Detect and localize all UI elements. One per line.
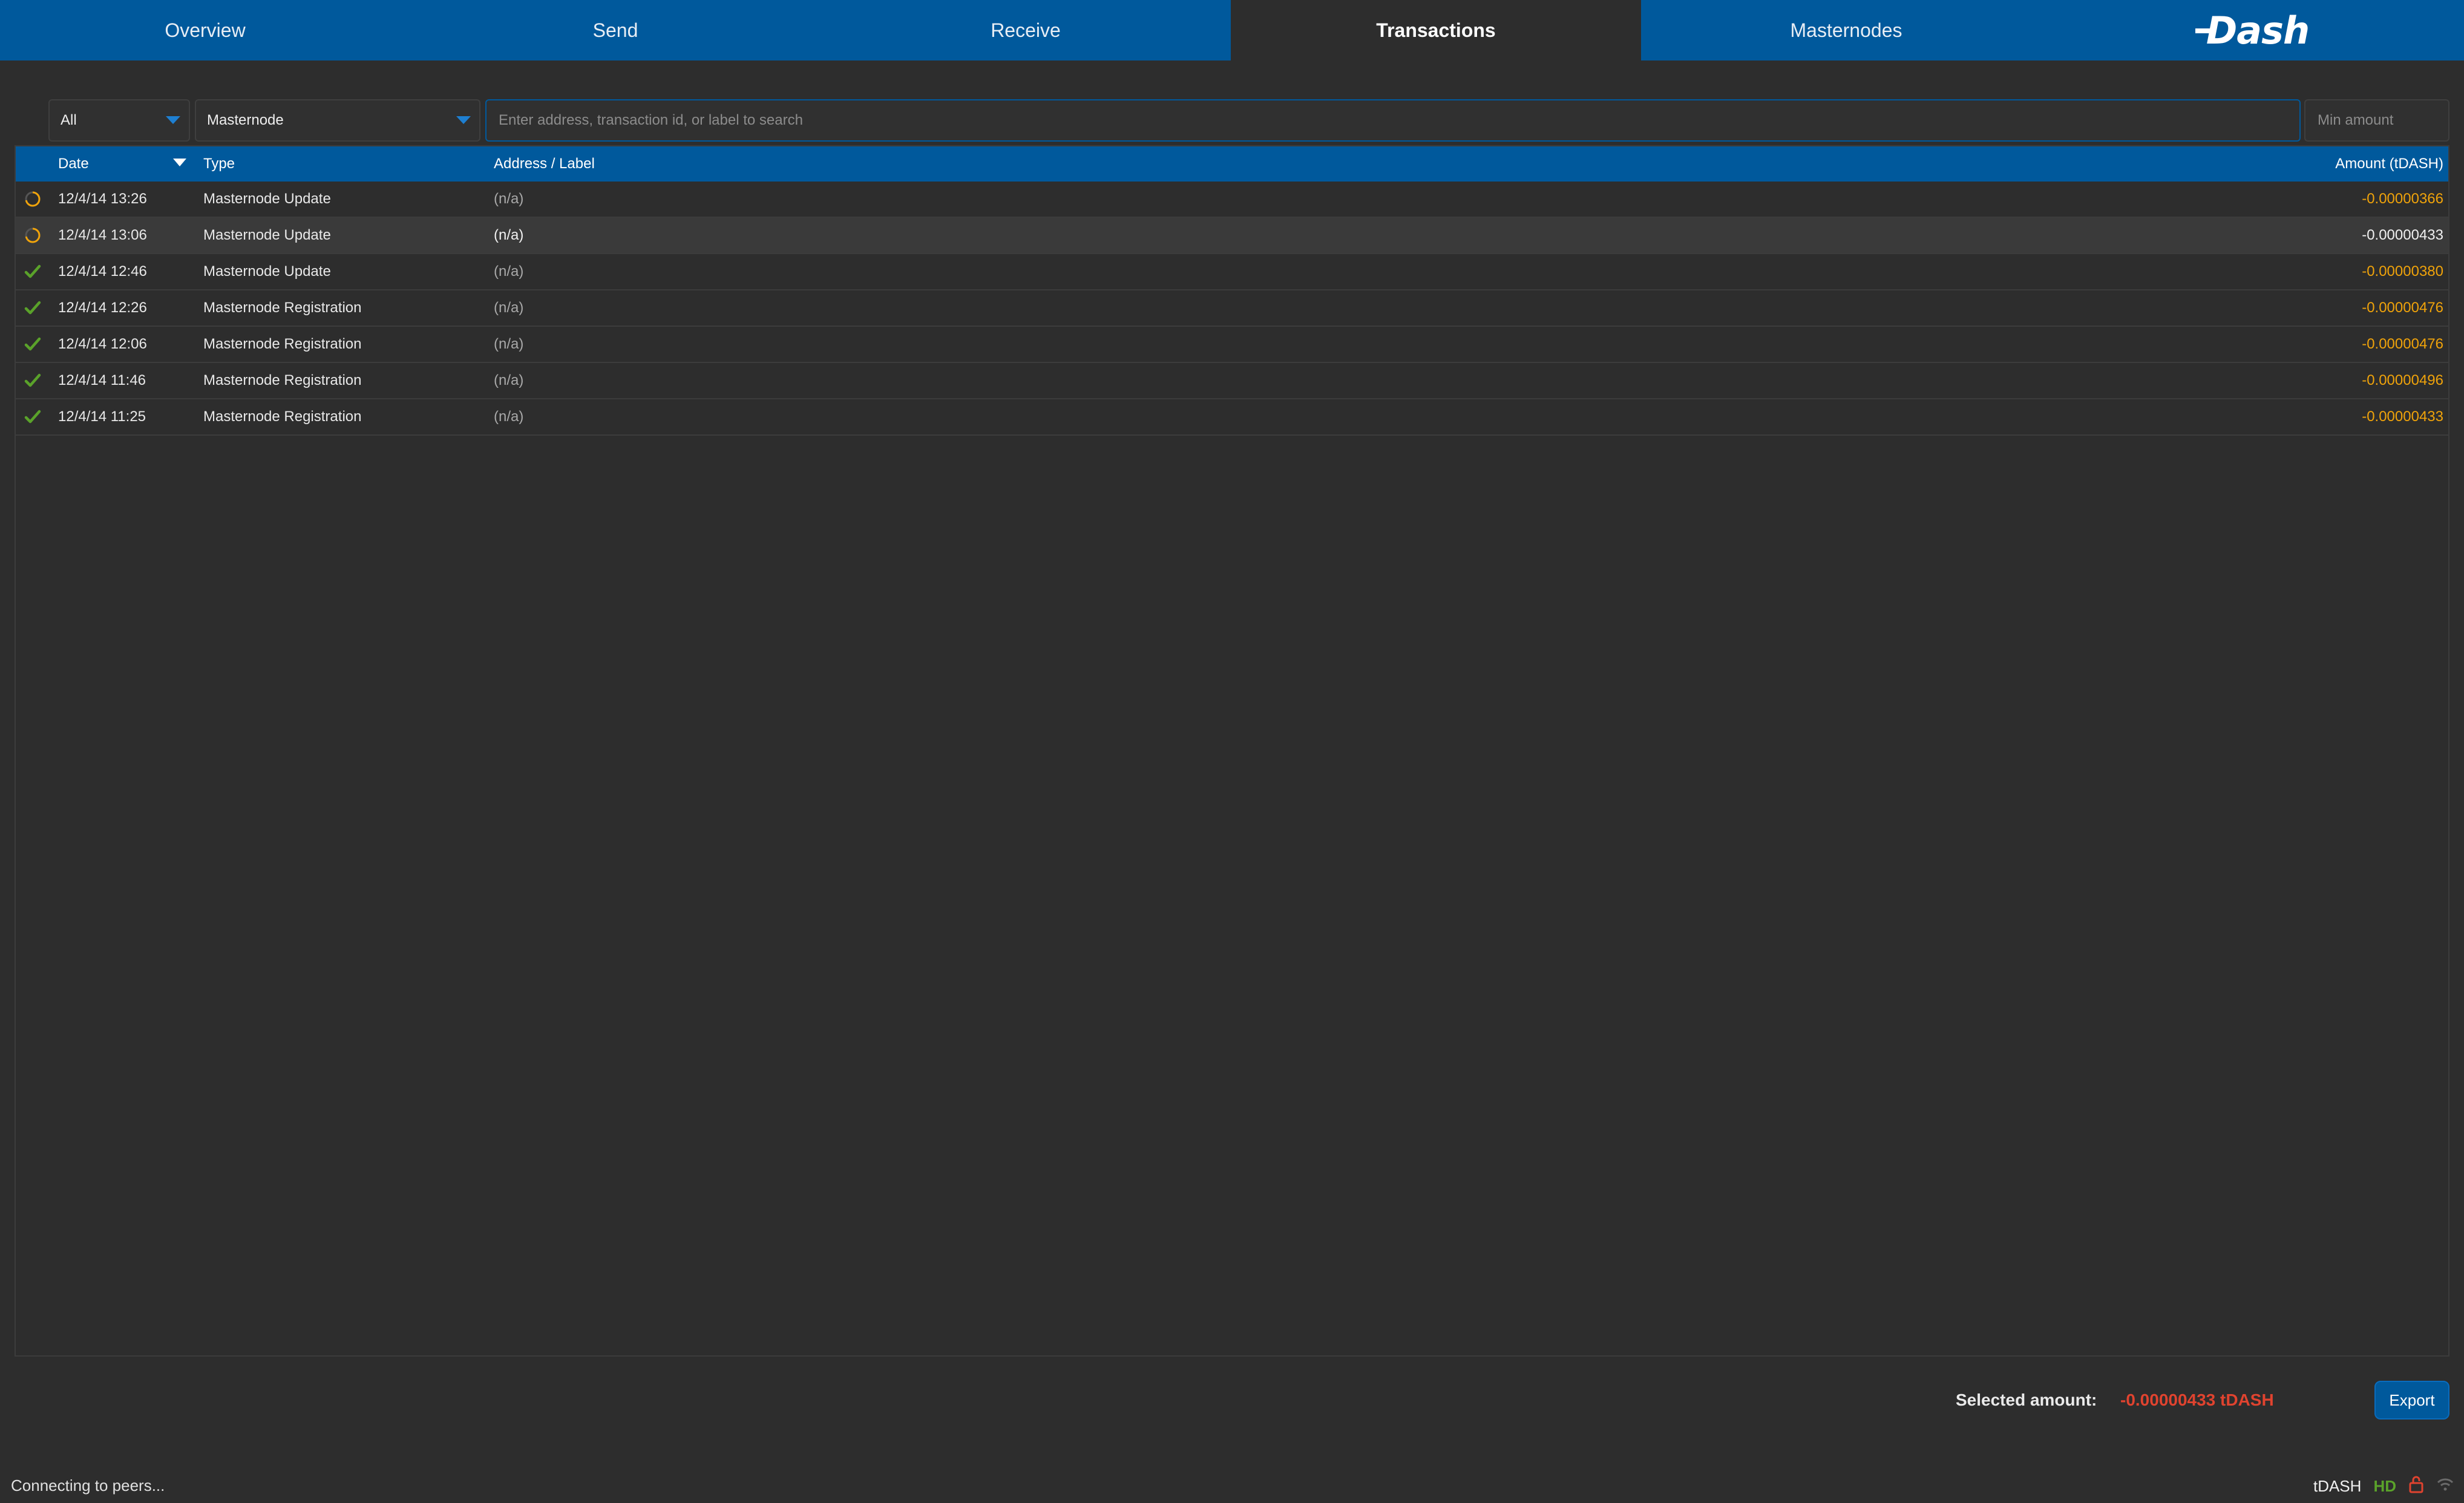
row-type: Masternode Registration xyxy=(203,336,362,352)
row-date: 12/4/14 11:46 xyxy=(58,372,146,388)
row-address: (n/a) xyxy=(494,300,524,316)
row-amount: -0.00000433 xyxy=(2362,408,2443,425)
row-amount: -0.00000476 xyxy=(2362,336,2443,352)
column-header-address-label: Address / Label xyxy=(494,156,595,172)
table-row[interactable]: 12/4/14 11:25 Masternode Registration (n/a… xyxy=(16,399,2448,436)
row-address: (n/a) xyxy=(494,191,524,207)
type-filter-value: Masternode xyxy=(207,112,284,128)
row-date: 12/4/14 11:25 xyxy=(58,408,146,425)
row-date: 12/4/14 12:26 xyxy=(58,300,147,316)
row-type: Masternode Registration xyxy=(203,408,362,425)
logo-area: Dash xyxy=(2051,0,2464,61)
row-type: Masternode Update xyxy=(203,227,331,243)
column-header-type[interactable]: Type xyxy=(203,146,235,182)
column-header-amount-label: Amount (tDASH) xyxy=(2335,156,2443,172)
tab-send[interactable]: Send xyxy=(410,0,821,61)
network-signal-icon xyxy=(2436,1476,2454,1496)
top-navigation: Overview Send Receive Transactions Maste… xyxy=(0,0,2464,61)
row-type: Masternode Registration xyxy=(203,300,362,316)
row-date: 12/4/14 12:06 xyxy=(58,336,147,352)
confirmed-check-icon xyxy=(23,363,42,398)
chevron-down-icon xyxy=(456,116,471,124)
tab-transactions[interactable]: Transactions xyxy=(1231,0,1641,61)
status-message: Connecting to peers... xyxy=(11,1476,165,1495)
column-header-date[interactable]: Date xyxy=(58,146,89,182)
column-header-amount[interactable]: Amount (tDASH) xyxy=(2335,146,2443,182)
unit-label[interactable]: tDASH xyxy=(2313,1477,2361,1496)
hd-wallet-indicator: HD xyxy=(2373,1476,2396,1495)
column-header-address[interactable]: Address / Label xyxy=(494,146,595,182)
logo-dash-bar xyxy=(2195,28,2215,33)
row-address: (n/a) xyxy=(494,408,524,425)
table-row[interactable]: 12/4/14 12:06 Masternode Registration (n/a… xyxy=(16,327,2448,363)
row-date: 12/4/14 13:06 xyxy=(58,227,147,243)
date-filter-select[interactable]: All xyxy=(48,99,190,142)
type-filter-select[interactable]: Masternode xyxy=(195,99,480,142)
tab-receive[interactable]: Receive xyxy=(821,0,1231,61)
dash-logo: Dash xyxy=(2195,8,2310,53)
table-row[interactable]: 12/4/14 11:46 Masternode Registration (n/a… xyxy=(16,363,2448,399)
tab-overview[interactable]: Overview xyxy=(0,0,410,61)
row-address: (n/a) xyxy=(494,263,524,280)
min-amount-input[interactable] xyxy=(2304,99,2449,142)
table-body: 12/4/14 13:26 Masternode Update (n/a) -0.00… xyxy=(16,182,2448,436)
column-header-date-label: Date xyxy=(58,156,89,172)
table-row[interactable]: 12/4/14 12:26 Masternode Registration (n/a… xyxy=(16,290,2448,327)
confirmed-check-icon xyxy=(23,254,42,289)
date-filter-value: All xyxy=(61,112,77,128)
row-address: (n/a) xyxy=(494,227,524,243)
table-header: Date Type Address / Label Amount (tDASH) xyxy=(16,146,2448,182)
row-date: 12/4/14 12:46 xyxy=(58,263,147,280)
row-address: (n/a) xyxy=(494,372,524,388)
selected-amount-value: -0.00000433 tDASH xyxy=(2120,1390,2274,1409)
confirmed-check-icon xyxy=(23,399,42,434)
table-row[interactable]: 12/4/14 13:26 Masternode Update (n/a) -0.00… xyxy=(16,182,2448,218)
logo-text: Dash xyxy=(2206,8,2310,53)
row-date: 12/4/14 13:26 xyxy=(58,191,147,207)
sort-descending-icon[interactable] xyxy=(173,159,186,166)
row-amount: -0.00000433 xyxy=(2362,227,2443,243)
chevron-down-icon xyxy=(166,116,180,124)
row-type: Masternode Update xyxy=(203,191,331,207)
confirmed-check-icon xyxy=(23,290,42,326)
selected-amount-label: Selected amount: xyxy=(1956,1390,2097,1409)
row-amount: -0.00000380 xyxy=(2362,263,2443,280)
table-row[interactable]: 12/4/14 13:06 Masternode Update (n/a) -0.00… xyxy=(16,218,2448,254)
row-amount: -0.00000496 xyxy=(2362,372,2443,388)
search-input[interactable] xyxy=(485,99,2301,142)
row-type: Masternode Registration xyxy=(203,372,362,388)
lock-icon xyxy=(2408,1475,2424,1498)
transactions-table: Date Type Address / Label Amount (tDASH)… xyxy=(15,145,2449,1357)
pending-clock-icon xyxy=(23,182,42,217)
export-button[interactable]: Export xyxy=(2374,1381,2449,1420)
table-row[interactable]: 12/4/14 12:46 Masternode Update (n/a) -0.00… xyxy=(16,254,2448,290)
confirmed-check-icon xyxy=(23,327,42,362)
status-icons: tDASH HD xyxy=(2313,1474,2454,1498)
row-amount: -0.00000366 xyxy=(2362,191,2443,207)
pending-clock-icon xyxy=(23,218,42,253)
column-header-type-label: Type xyxy=(203,156,235,172)
tab-masternodes[interactable]: Masternodes xyxy=(1641,0,2051,61)
row-amount: -0.00000476 xyxy=(2362,300,2443,316)
row-type: Masternode Update xyxy=(203,263,331,280)
row-address: (n/a) xyxy=(494,336,524,352)
